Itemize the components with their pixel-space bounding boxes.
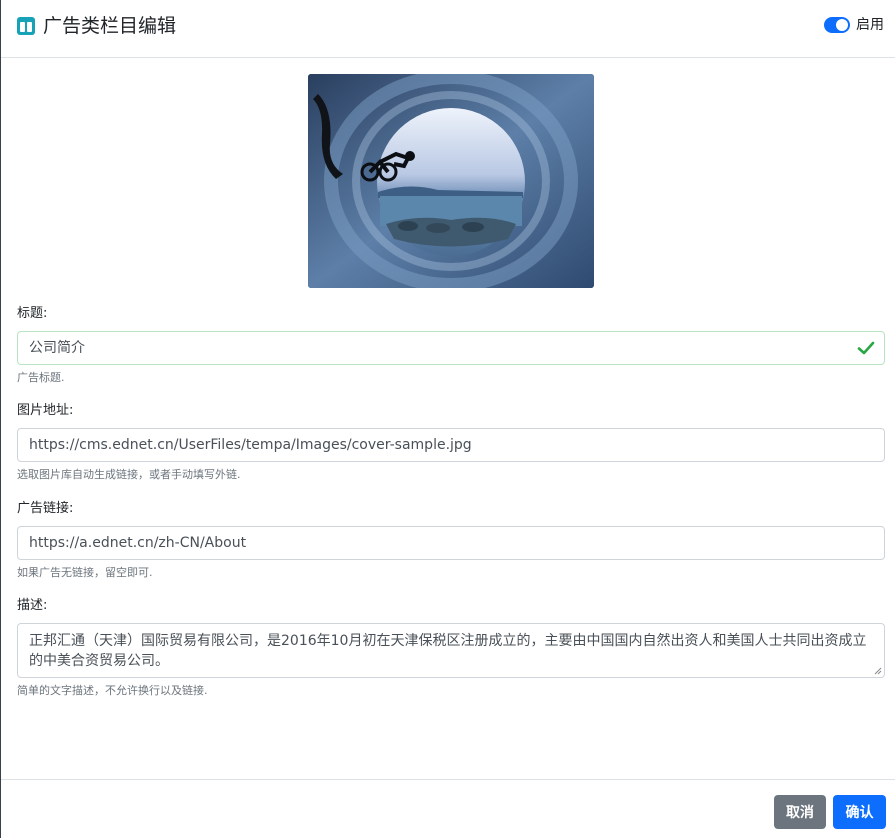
title-input[interactable]: 公司简介	[17, 331, 885, 365]
image-url-label: 图片地址:	[17, 403, 74, 418]
ad-link-label: 广告链接:	[17, 501, 74, 516]
valid-check-icon	[857, 341, 875, 355]
title-input-value: 公司简介	[29, 340, 85, 356]
image-url-input[interactable]: https://cms.ednet.cn/UserFiles/tempa/Ima…	[17, 428, 885, 462]
title-label: 标题:	[17, 306, 48, 321]
ad-link-help: 如果广告无链接，留空即可.	[17, 566, 153, 579]
description-help: 简单的文字描述，不允许换行以及链接.	[17, 684, 208, 697]
title-help: 广告标题.	[17, 371, 65, 384]
edit-modal: 广告类栏目编辑 启用 标题: 公司简介 广告标题. 图片地址: https://…	[0, 0, 895, 838]
modal-header: 广告类栏目编辑 启用	[1, 0, 895, 58]
confirm-button[interactable]: 确认	[833, 795, 886, 829]
modal-footer	[1, 779, 895, 838]
cover-image	[308, 74, 594, 288]
columns-icon	[17, 17, 35, 35]
description-label: 描述:	[17, 598, 48, 613]
ad-link-input-value: https://a.ednet.cn/zh-CN/About	[29, 535, 247, 551]
resize-handle-icon[interactable]	[874, 667, 882, 675]
description-textarea[interactable]: 正邦汇通（天津）国际贸易有限公司，是2016年10月初在天津保税区注册成立的，主…	[17, 623, 885, 678]
toggle-knob	[836, 19, 848, 31]
enable-toggle-label[interactable]: 启用	[856, 16, 884, 34]
cover-image-preview[interactable]	[308, 74, 594, 288]
ad-link-input[interactable]: https://a.ednet.cn/zh-CN/About	[17, 526, 885, 560]
image-url-input-value: https://cms.ednet.cn/UserFiles/tempa/Ima…	[29, 437, 472, 453]
enable-toggle[interactable]	[824, 17, 850, 33]
cancel-button[interactable]: 取消	[774, 795, 826, 829]
description-textarea-value: 正邦汇通（天津）国际贸易有限公司，是2016年10月初在天津保税区注册成立的，主…	[29, 633, 867, 669]
modal-title: 广告类栏目编辑	[43, 15, 177, 37]
image-url-help: 选取图片库自动生成链接，或者手动填写外链.	[17, 468, 241, 481]
